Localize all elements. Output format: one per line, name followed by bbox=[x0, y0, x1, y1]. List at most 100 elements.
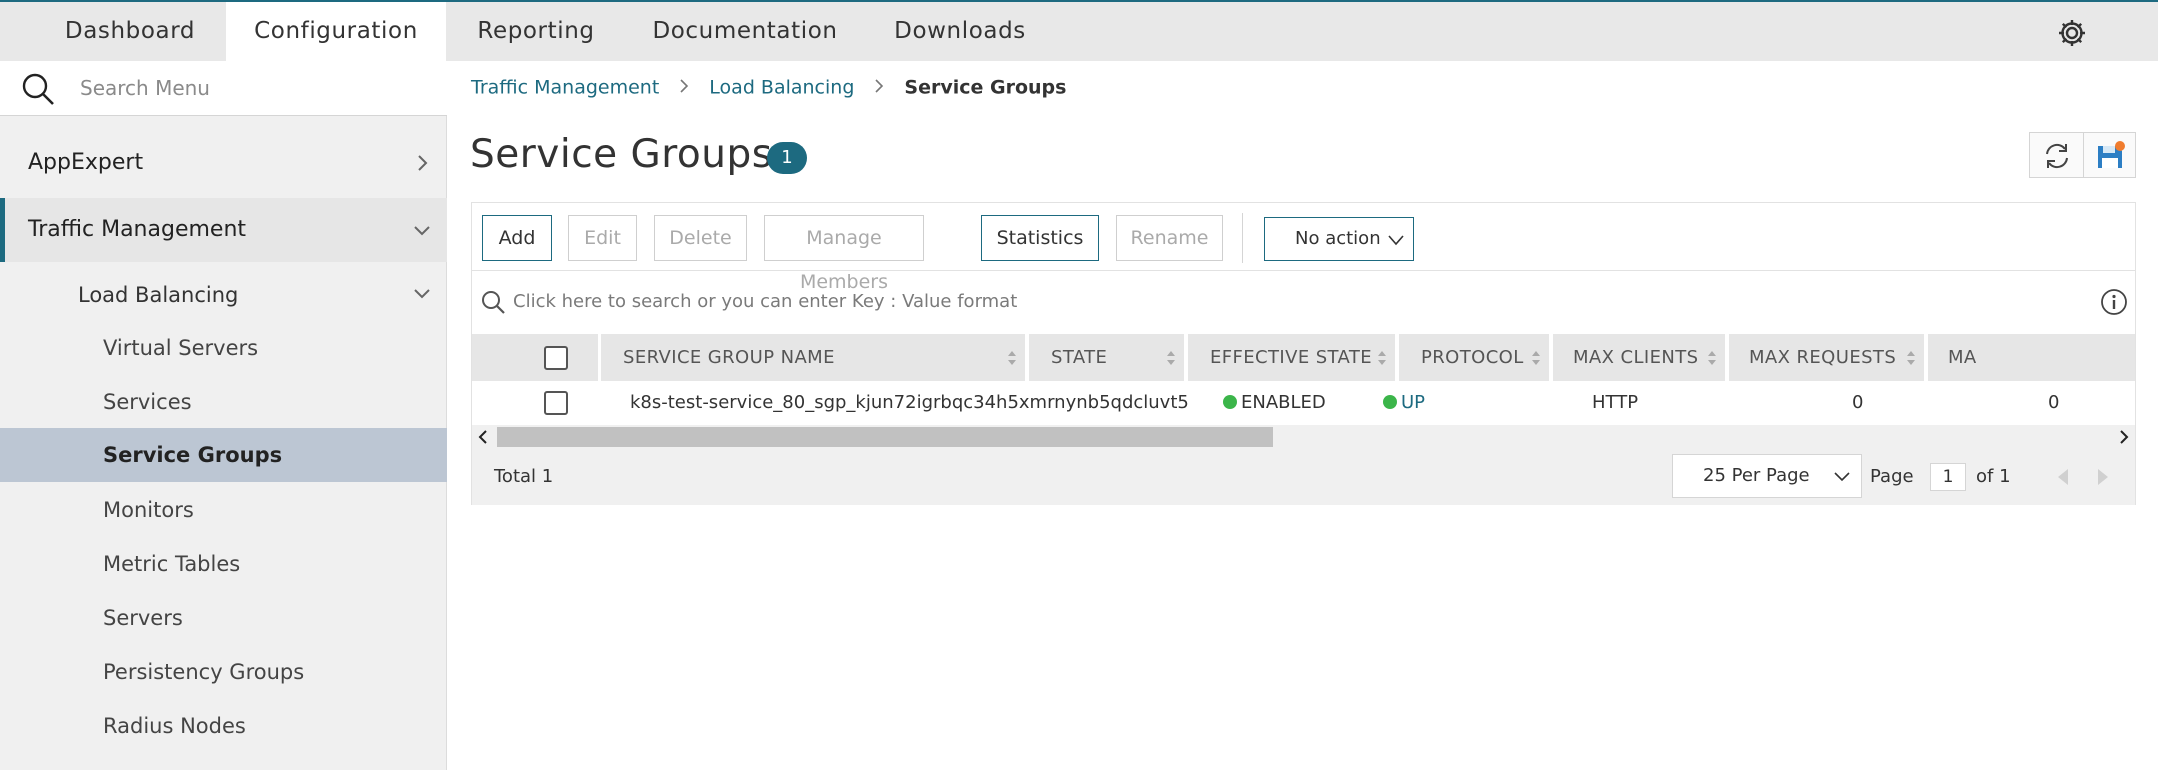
tab-documentation[interactable]: Documentation bbox=[645, 2, 845, 61]
sidebar-item-label: Load Balancing bbox=[78, 283, 239, 307]
cell-state: ENABLED bbox=[1223, 383, 1326, 423]
breadcrumb-load-balancing[interactable]: Load Balancing bbox=[709, 77, 854, 99]
chevron-right-icon bbox=[680, 79, 689, 93]
sidebar-item-monitors[interactable]: Monitors bbox=[0, 483, 447, 537]
column-header-max-requests[interactable]: MAX REQUESTS bbox=[1729, 334, 1924, 381]
edit-button[interactable]: Edit bbox=[568, 215, 637, 261]
chevron-right-icon bbox=[875, 79, 884, 93]
column-header-state[interactable]: STATE bbox=[1029, 334, 1184, 381]
refresh-icon[interactable] bbox=[2041, 140, 2073, 172]
chevron-down-icon bbox=[1834, 472, 1850, 482]
sidebar-item-load-balancing[interactable]: Load Balancing bbox=[0, 270, 447, 320]
tab-reporting[interactable]: Reporting bbox=[460, 2, 612, 61]
tab-dashboard[interactable]: Dashboard bbox=[40, 2, 220, 61]
scroll-right-icon[interactable] bbox=[2117, 429, 2131, 445]
breadcrumb: Traffic Management Load Balancing Service … bbox=[471, 76, 1066, 100]
column-header-name[interactable]: SERVICE GROUP NAME bbox=[601, 334, 1025, 381]
chevron-right-icon bbox=[418, 155, 428, 171]
sort-icon bbox=[1532, 351, 1540, 365]
search-icon bbox=[482, 291, 505, 314]
table-search bbox=[472, 271, 2135, 330]
delete-button[interactable]: Delete bbox=[654, 215, 747, 261]
save-config-icon[interactable] bbox=[2094, 140, 2126, 172]
action-select-value: No action bbox=[1295, 228, 1381, 249]
gear-icon[interactable] bbox=[2056, 17, 2088, 49]
sidebar-item-label: Traffic Management bbox=[28, 217, 247, 242]
sidebar-item-persistency-groups[interactable]: Persistency Groups bbox=[0, 645, 447, 699]
per-page-value: 25 Per Page bbox=[1703, 465, 1810, 486]
info-icon[interactable] bbox=[2100, 288, 2128, 316]
add-button[interactable]: Add bbox=[482, 215, 552, 261]
sidebar: AppExpert Traffic Management Load Balanc… bbox=[0, 61, 447, 770]
table-search-input[interactable] bbox=[513, 285, 2013, 317]
sidebar-item-metric-tables[interactable]: Metric Tables bbox=[0, 537, 447, 591]
breadcrumb-traffic-management[interactable]: Traffic Management bbox=[471, 77, 659, 99]
effective-state-link[interactable]: UP bbox=[1401, 392, 1425, 413]
sidebar-item-label: Service Groups bbox=[103, 443, 283, 467]
sort-icon bbox=[1008, 351, 1016, 365]
breadcrumb-current: Service Groups bbox=[904, 76, 1067, 99]
rename-button[interactable]: Rename bbox=[1116, 215, 1223, 261]
search-menu-input[interactable] bbox=[80, 70, 420, 106]
table-row[interactable]: k8s-test-service_80_sgp_kjun72igrbqc34h5… bbox=[472, 383, 2135, 423]
scroll-left-icon[interactable] bbox=[476, 429, 490, 445]
sidebar-item-radius-nodes[interactable]: Radius Nodes bbox=[0, 699, 447, 753]
sort-icon bbox=[1907, 351, 1915, 365]
sidebar-item-label: Virtual Servers bbox=[103, 336, 259, 360]
chevron-down-icon bbox=[1388, 235, 1404, 246]
sidebar-item-servers[interactable]: Servers bbox=[0, 591, 447, 645]
cell-protocol: HTTP bbox=[1592, 392, 1639, 413]
horizontal-scrollbar[interactable] bbox=[472, 425, 2135, 449]
select-all-header bbox=[472, 334, 598, 381]
search-icon bbox=[22, 73, 54, 105]
column-header-protocol[interactable]: PROTOCOL bbox=[1399, 334, 1549, 381]
divider bbox=[2083, 133, 2084, 177]
sidebar-item-label: Services bbox=[103, 390, 192, 414]
sidebar-item-label: Servers bbox=[103, 606, 183, 630]
count-badge: 1 bbox=[767, 142, 807, 174]
cell-max-requests: 0 bbox=[2048, 392, 2060, 413]
sidebar-item-label: Metric Tables bbox=[103, 552, 241, 576]
per-page-select[interactable]: 25 Per Page bbox=[1672, 454, 1862, 498]
cell-service-group-name: k8s-test-service_80_sgp_kjun72igrbqc34h5… bbox=[630, 392, 1189, 413]
sidebar-item-label: Radius Nodes bbox=[103, 714, 246, 738]
sort-icon bbox=[1708, 351, 1716, 365]
column-header-max-clients[interactable]: MAX CLIENTS bbox=[1553, 334, 1725, 381]
select-all-checkbox[interactable] bbox=[544, 346, 568, 370]
status-dot-icon bbox=[1223, 395, 1237, 409]
page-actions bbox=[2029, 132, 2136, 178]
next-page-icon[interactable] bbox=[2095, 468, 2111, 486]
column-header-effective-state[interactable]: EFFECTIVE STATE bbox=[1188, 334, 1395, 381]
sidebar-item-appexpert[interactable]: AppExpert bbox=[0, 131, 447, 195]
statistics-button[interactable]: Statistics bbox=[981, 215, 1099, 261]
cell-max-clients: 0 bbox=[1852, 392, 1864, 413]
table-footer: Total 1 25 Per Page Page of 1 bbox=[472, 449, 2135, 505]
search-menu bbox=[0, 61, 447, 116]
page-title: Service Groups bbox=[470, 132, 773, 177]
sidebar-item-label: AppExpert bbox=[28, 150, 144, 175]
action-select[interactable]: No action bbox=[1264, 217, 1414, 261]
sort-icon bbox=[1378, 351, 1386, 365]
page-number-input[interactable] bbox=[1930, 463, 1966, 491]
sort-icon bbox=[1167, 351, 1175, 365]
page-of-label: of 1 bbox=[1976, 466, 2011, 487]
service-groups-panel: Add Edit Delete Manage Members Statistic… bbox=[471, 202, 2136, 505]
scrollbar-thumb[interactable] bbox=[497, 427, 1273, 447]
tab-configuration[interactable]: Configuration bbox=[226, 2, 446, 61]
table-header: SERVICE GROUP NAME STATE EFFECTIVE STATE… bbox=[472, 334, 2135, 381]
sidebar-item-virtual-servers[interactable]: Virtual Servers bbox=[0, 321, 447, 375]
previous-page-icon[interactable] bbox=[2055, 468, 2071, 486]
toolbar-divider bbox=[1242, 213, 1243, 263]
status-dot-icon bbox=[1383, 395, 1397, 409]
cell-effective-state: UP bbox=[1383, 383, 1425, 423]
manage-members-button[interactable]: Manage Members bbox=[764, 215, 924, 293]
sidebar-item-traffic-management[interactable]: Traffic Management bbox=[0, 198, 447, 262]
sidebar-item-service-groups[interactable]: Service Groups bbox=[0, 428, 447, 482]
total-count: Total 1 bbox=[494, 466, 554, 487]
column-header-truncated[interactable]: MA bbox=[1928, 334, 2135, 381]
row-checkbox[interactable] bbox=[544, 391, 568, 415]
tab-downloads[interactable]: Downloads bbox=[880, 2, 1040, 61]
sidebar-item-services[interactable]: Services bbox=[0, 375, 447, 429]
toolbar: Add Edit Delete Manage Members Statistic… bbox=[472, 203, 2135, 293]
page-text: Page bbox=[1870, 466, 1914, 487]
